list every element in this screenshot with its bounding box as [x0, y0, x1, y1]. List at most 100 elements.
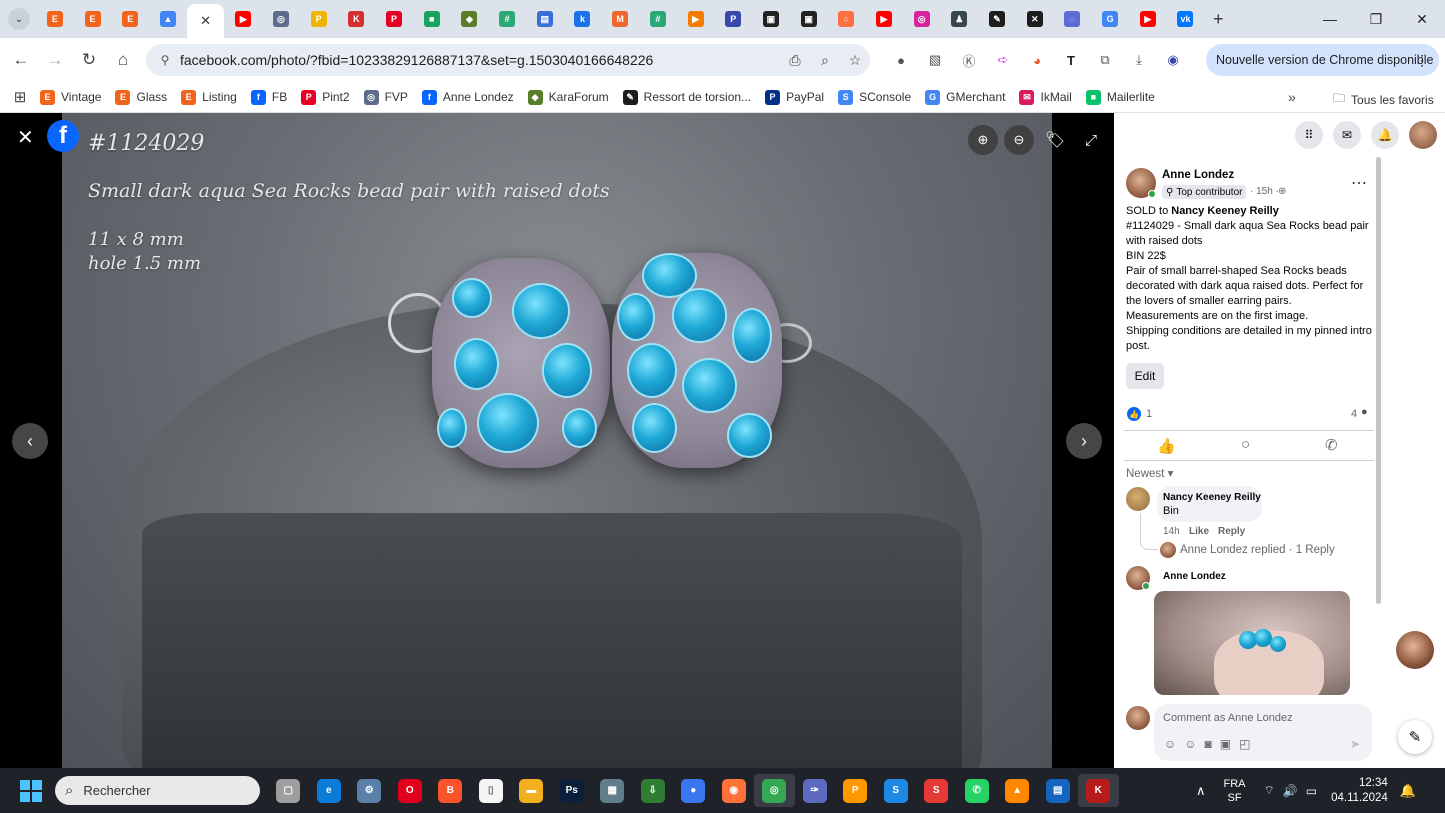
like-count[interactable]: 1: [1146, 408, 1152, 420]
taskbar-app[interactable]: ▯: [471, 774, 512, 807]
next-photo-icon[interactable]: ›: [1066, 423, 1102, 459]
tag-icon[interactable]: 🏷: [1040, 125, 1070, 155]
sold-to-name[interactable]: Nancy Keeney Reilly: [1171, 205, 1279, 217]
bookmark-item[interactable]: E Listing: [181, 89, 237, 105]
tab-search-icon[interactable]: ⌄: [8, 8, 30, 30]
comment-placeholder[interactable]: Comment as Anne Londez: [1163, 712, 1293, 724]
windows-start-icon[interactable]: [20, 779, 42, 802]
browser-tab[interactable]: P: [300, 4, 338, 34]
taskbar-app[interactable]: e: [309, 774, 350, 807]
install-app-icon[interactable]: ⎙: [780, 52, 810, 69]
reload-icon[interactable]: ↻: [72, 43, 106, 77]
taskbar-app[interactable]: O: [390, 774, 431, 807]
comment-box[interactable]: Comment as Anne Londez ☺☺◙▣◰ ➤: [1154, 704, 1372, 761]
taskbar-app[interactable]: ✆: [957, 774, 998, 807]
extension-color-icon[interactable]: ◕: [1020, 46, 1054, 74]
bookmark-item[interactable]: ◆ KaraForum: [527, 89, 609, 105]
bookmark-item[interactable]: ✉ IkMail: [1019, 89, 1072, 105]
bookmark-item[interactable]: E Vintage: [40, 89, 101, 105]
comment-button-icon[interactable]: ○: [1241, 436, 1250, 453]
comment-reply-link[interactable]: Reply: [1218, 526, 1245, 537]
close-window-icon[interactable]: ✕: [1399, 0, 1445, 38]
browser-tab[interactable]: #: [639, 4, 677, 34]
browser-tab[interactable]: G: [1091, 4, 1129, 34]
post-time[interactable]: · 15h ·: [1250, 186, 1279, 197]
restore-icon[interactable]: ❐: [1353, 0, 1399, 38]
messenger-icon[interactable]: ✉: [1333, 121, 1361, 149]
browser-tab[interactable]: vk: [1167, 4, 1205, 34]
browser-tab[interactable]: ▲: [149, 4, 187, 34]
bookmark-item[interactable]: f Anne Londez: [421, 89, 514, 105]
browser-tab[interactable]: ✕: [1016, 4, 1054, 34]
taskbar-app[interactable]: ◎: [754, 774, 795, 807]
taskbar-search[interactable]: ⌕ Rechercher: [55, 776, 260, 805]
zoom-icon[interactable]: ⌕: [810, 52, 840, 69]
taskbar-app[interactable]: ▤: [1038, 774, 1079, 807]
bookmark-item[interactable]: P PayPal: [765, 89, 824, 105]
post-author-name[interactable]: Anne Londez: [1162, 169, 1234, 181]
account-avatar[interactable]: [1409, 121, 1437, 149]
taskbar-app[interactable]: ▢: [268, 774, 309, 807]
emoji-icon[interactable]: ☺: [1184, 737, 1204, 751]
browser-tab[interactable]: ○: [827, 4, 865, 34]
back-icon[interactable]: ←: [4, 43, 38, 77]
extension-k-icon[interactable]: Ⓚ: [952, 46, 986, 74]
gif-icon[interactable]: ▣: [1220, 737, 1239, 751]
previous-photo-icon[interactable]: ‹: [12, 423, 48, 459]
send-icon[interactable]: ➤: [1350, 737, 1360, 751]
taskbar-app[interactable]: ●: [673, 774, 714, 807]
extension-mask-icon[interactable]: ●: [884, 46, 918, 74]
browser-tab[interactable]: ▶: [224, 4, 262, 34]
bookmark-item[interactable]: ◎ FVP: [363, 89, 408, 105]
browser-tab[interactable]: ✎: [978, 4, 1016, 34]
close-tab-icon[interactable]: ✕: [200, 13, 211, 29]
minimize-icon[interactable]: —: [1307, 0, 1353, 38]
browser-tab[interactable]: E: [111, 4, 149, 34]
notifications-bell-icon[interactable]: 🔔: [1371, 121, 1399, 149]
bookmark-item[interactable]: P Pint2: [301, 89, 350, 105]
comment-time[interactable]: 14h: [1163, 526, 1180, 537]
menu-kebab-icon[interactable]: ⋮: [1415, 52, 1429, 69]
browser-tab[interactable]: ◆: [451, 4, 489, 34]
browser-tab[interactable]: ♟: [941, 4, 979, 34]
zoom-in-icon[interactable]: ⊕: [968, 125, 998, 155]
bookmarks-overflow-icon[interactable]: »: [1288, 89, 1296, 105]
download-icon[interactable]: ⤓: [1122, 46, 1156, 74]
facebook-logo-icon[interactable]: f: [47, 120, 79, 152]
wifi-icon[interactable]: ⌔: [1264, 783, 1275, 798]
browser-tab[interactable]: P: [714, 4, 752, 34]
all-bookmarks-folder[interactable]: 🗀 Tous les favoris: [1333, 89, 1434, 110]
taskbar-app[interactable]: ⇩: [633, 774, 674, 807]
sticker-icon[interactable]: ◰: [1239, 737, 1258, 751]
close-viewer-icon[interactable]: ✕: [17, 125, 34, 150]
url-text[interactable]: facebook.com/photo/?fbid=102338291268871…: [180, 52, 780, 68]
extensions-puzzle-icon[interactable]: ⧉: [1088, 46, 1122, 74]
browser-tab[interactable]: ◌: [1054, 4, 1092, 34]
avatar-sticker-icon[interactable]: ☺: [1164, 737, 1184, 751]
taskbar-app[interactable]: S: [876, 774, 917, 807]
post-options-icon[interactable]: ⋯: [1351, 173, 1367, 193]
browser-tab[interactable]: E: [36, 4, 74, 34]
taskbar-app[interactable]: ◉: [714, 774, 755, 807]
taskbar-app[interactable]: S: [916, 774, 957, 807]
browser-tab[interactable]: ■: [413, 4, 451, 34]
panel-scrollbar[interactable]: [1376, 157, 1381, 604]
like-button-icon[interactable]: 👍: [1157, 437, 1176, 455]
bookmark-item[interactable]: f FB: [250, 89, 287, 105]
apps-grid-icon[interactable]: ⊞: [0, 88, 40, 106]
comment-sort-dropdown[interactable]: Newest ▾: [1126, 466, 1173, 480]
chrome-update-button[interactable]: Nouvelle version de Chrome disponible ⋮: [1206, 44, 1439, 76]
bookmark-item[interactable]: ■ Mailerlite: [1085, 89, 1155, 105]
taskbar-app[interactable]: Ps: [552, 774, 593, 807]
volume-icon[interactable]: 🔊: [1283, 784, 1298, 798]
home-icon[interactable]: ⌂: [106, 43, 140, 77]
comment-author[interactable]: Nancy Keeney Reilly: [1163, 492, 1261, 503]
camera-icon[interactable]: ◙: [1205, 737, 1220, 751]
taskbar-app[interactable]: ⚙: [349, 774, 390, 807]
browser-tab[interactable]: M: [601, 4, 639, 34]
comment-photo[interactable]: [1154, 591, 1350, 695]
browser-tab[interactable]: ✕: [186, 4, 225, 38]
bookmark-item[interactable]: G GMerchant: [925, 89, 1005, 105]
taskbar-app[interactable]: P: [835, 774, 876, 807]
comment-count[interactable]: 4: [1351, 408, 1357, 420]
